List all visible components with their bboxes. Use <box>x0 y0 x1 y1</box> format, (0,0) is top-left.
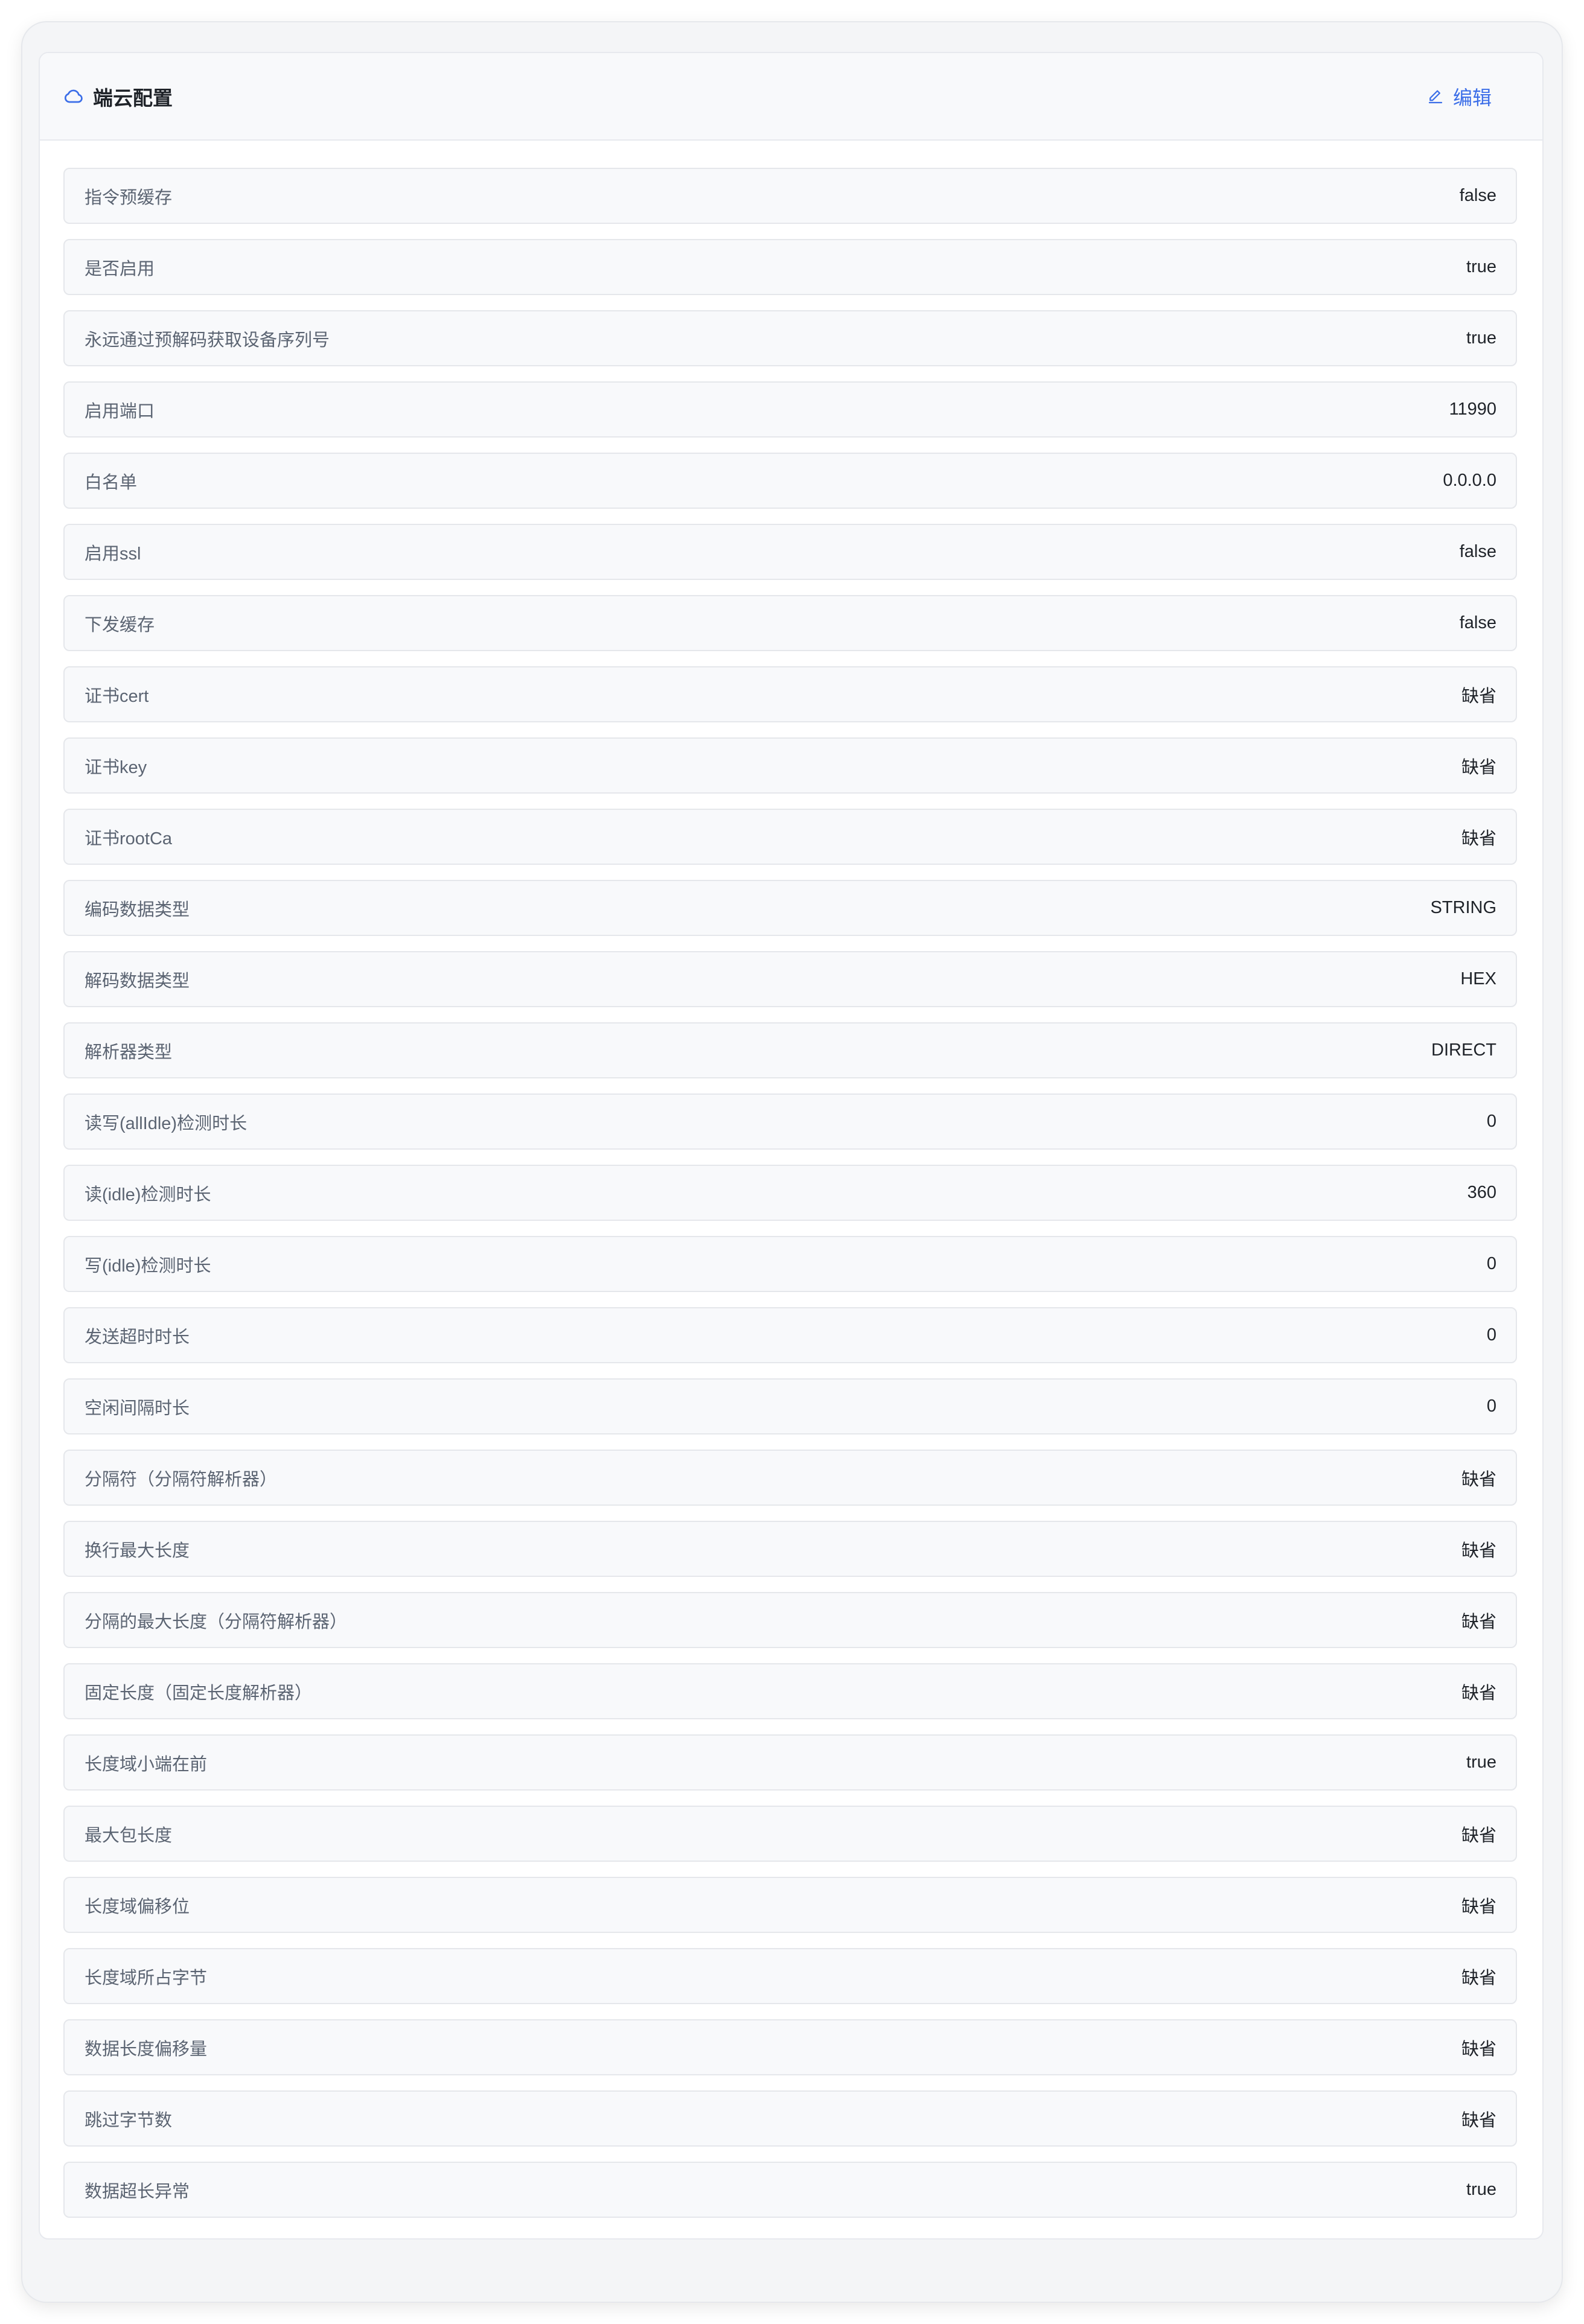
config-row-label: 解析器类型 <box>85 1042 173 1062</box>
config-row: 是否启用 true <box>63 239 1517 295</box>
config-row: 数据超长异常 true <box>63 2162 1517 2218</box>
config-row: 长度域小端在前 true <box>63 1734 1517 1791</box>
config-row: 最大包长度 缺省 <box>63 1806 1517 1862</box>
config-row: 换行最大长度 缺省 <box>63 1521 1517 1577</box>
config-row-label: 读写(allIdle)检测时长 <box>85 1113 248 1133</box>
card-title-text: 端云配置 <box>93 86 173 109</box>
config-row-label: 空闲间隔时长 <box>85 1398 190 1418</box>
config-row-value: 缺省 <box>1461 1826 1496 1845</box>
config-row-value: 0.0.0.0 <box>1443 471 1496 490</box>
config-row-value: 0 <box>1486 1254 1496 1273</box>
config-row-label: 长度域所占字节 <box>85 1968 208 1988</box>
config-row: 证书key 缺省 <box>63 737 1517 794</box>
config-row-value: 缺省 <box>1461 1897 1496 1917</box>
config-row-label: 证书rootCa <box>85 829 173 848</box>
config-row-label: 启用ssl <box>85 544 141 564</box>
config-row-value: 0 <box>1486 1396 1496 1416</box>
config-row: 分隔符（分隔符解析器） 缺省 <box>63 1450 1517 1506</box>
config-row-value: 0 <box>1486 1112 1496 1131</box>
config-row-value: 0 <box>1486 1325 1496 1345</box>
config-row: 长度域偏移位 缺省 <box>63 1877 1517 1933</box>
config-row-value: 缺省 <box>1461 1683 1496 1703</box>
config-row-value: 缺省 <box>1461 1612 1496 1632</box>
card-header: 端云配置 编辑 <box>40 53 1542 141</box>
config-row-label: 长度域偏移位 <box>85 1897 190 1917</box>
config-row-label: 证书cert <box>85 686 149 706</box>
config-row-label: 证书key <box>85 757 147 777</box>
config-row-value: true <box>1466 1753 1496 1772</box>
app-window: 端云配置 编辑 指令预缓存 false 是否启用 true 永远通过预解码获取设备序列号… <box>22 22 1562 2302</box>
config-row-value: 缺省 <box>1461 2110 1496 2130</box>
config-row-value: true <box>1466 257 1496 276</box>
config-row: 写(idle)检测时长 0 <box>63 1236 1517 1292</box>
config-row: 证书rootCa 缺省 <box>63 809 1517 865</box>
config-row: 跳过字节数 缺省 <box>63 2090 1517 2147</box>
config-row: 固定长度（固定长度解析器） 缺省 <box>63 1663 1517 1719</box>
config-row: 解码数据类型 HEX <box>63 951 1517 1007</box>
config-row: 长度域所占字节 缺省 <box>63 1948 1517 2004</box>
config-row: 空闲间隔时长 0 <box>63 1378 1517 1434</box>
config-row-label: 固定长度（固定长度解析器） <box>85 1683 313 1703</box>
config-row-label: 永远通过预解码获取设备序列号 <box>85 330 330 350</box>
config-row-label: 启用端口 <box>85 401 155 421</box>
config-row-label: 下发缓存 <box>85 615 155 635</box>
edit-button[interactable]: 编辑 <box>1426 53 1492 139</box>
config-row-value: 360 <box>1467 1183 1496 1202</box>
edit-button-label: 编辑 <box>1452 86 1492 109</box>
config-row-value: DIRECT <box>1431 1040 1496 1060</box>
config-row: 启用ssl false <box>63 524 1517 580</box>
config-row-value: false <box>1459 613 1496 632</box>
config-row-label: 换行最大长度 <box>85 1541 190 1561</box>
config-row: 分隔的最大长度（分隔符解析器） 缺省 <box>63 1592 1517 1648</box>
config-row-label: 数据超长异常 <box>85 2182 190 2201</box>
config-row-label: 指令预缓存 <box>85 188 173 208</box>
config-row: 发送超时时长 0 <box>63 1307 1517 1363</box>
config-row: 下发缓存 false <box>63 595 1517 651</box>
config-row-value: 缺省 <box>1461 757 1496 777</box>
config-row: 读写(allIdle)检测时长 0 <box>63 1094 1517 1150</box>
config-row-label: 写(idle)检测时长 <box>85 1256 211 1276</box>
config-row-value: STRING <box>1430 898 1496 917</box>
config-row: 编码数据类型 STRING <box>63 880 1517 936</box>
config-row-value: true <box>1466 2180 1496 2199</box>
config-row-value: 缺省 <box>1461 1469 1496 1489</box>
config-row-label: 分隔符（分隔符解析器） <box>85 1469 278 1489</box>
config-row-label: 数据长度偏移量 <box>85 2039 208 2059</box>
config-row-value: 缺省 <box>1461 686 1496 706</box>
config-row: 指令预缓存 false <box>63 168 1517 224</box>
config-row-label: 跳过字节数 <box>85 2110 173 2130</box>
config-row-label: 编码数据类型 <box>85 900 190 920</box>
cloud-icon <box>63 86 85 107</box>
config-row-label: 白名单 <box>85 473 138 492</box>
config-row-value: 缺省 <box>1461 1541 1496 1561</box>
config-row-label: 分隔的最大长度（分隔符解析器） <box>85 1612 348 1632</box>
config-list: 指令预缓存 false 是否启用 true 永远通过预解码获取设备序列号 true 启用端口… <box>63 168 1517 2233</box>
config-row: 数据长度偏移量 缺省 <box>63 2019 1517 2075</box>
config-row: 解析器类型 DIRECT <box>63 1022 1517 1078</box>
card-title: 端云配置 <box>63 53 173 139</box>
config-row-value: false <box>1459 186 1496 205</box>
edit-icon <box>1426 88 1445 106</box>
config-row-label: 长度域小端在前 <box>85 1754 208 1774</box>
config-row-label: 发送超时时长 <box>85 1327 190 1347</box>
config-row-label: 最大包长度 <box>85 1826 173 1845</box>
config-row-value: 缺省 <box>1461 1968 1496 1988</box>
config-row-value: 缺省 <box>1461 829 1496 848</box>
config-row-value: false <box>1459 542 1496 561</box>
config-row-label: 解码数据类型 <box>85 971 190 991</box>
config-row: 证书cert 缺省 <box>63 666 1517 722</box>
config-row-label: 是否启用 <box>85 259 155 279</box>
config-card: 端云配置 编辑 指令预缓存 false 是否启用 true 永远通过预解码获取设备序列号… <box>39 52 1544 2240</box>
config-row-value: true <box>1466 328 1496 348</box>
config-row: 读(idle)检测时长 360 <box>63 1165 1517 1221</box>
config-row: 永远通过预解码获取设备序列号 true <box>63 310 1517 366</box>
config-row: 白名单 0.0.0.0 <box>63 453 1517 509</box>
config-row-value: 缺省 <box>1461 2039 1496 2059</box>
config-row: 启用端口 11990 <box>63 381 1517 438</box>
config-row-value: 11990 <box>1449 400 1497 419</box>
config-row-label: 读(idle)检测时长 <box>85 1185 211 1205</box>
config-row-value: HEX <box>1460 969 1496 988</box>
